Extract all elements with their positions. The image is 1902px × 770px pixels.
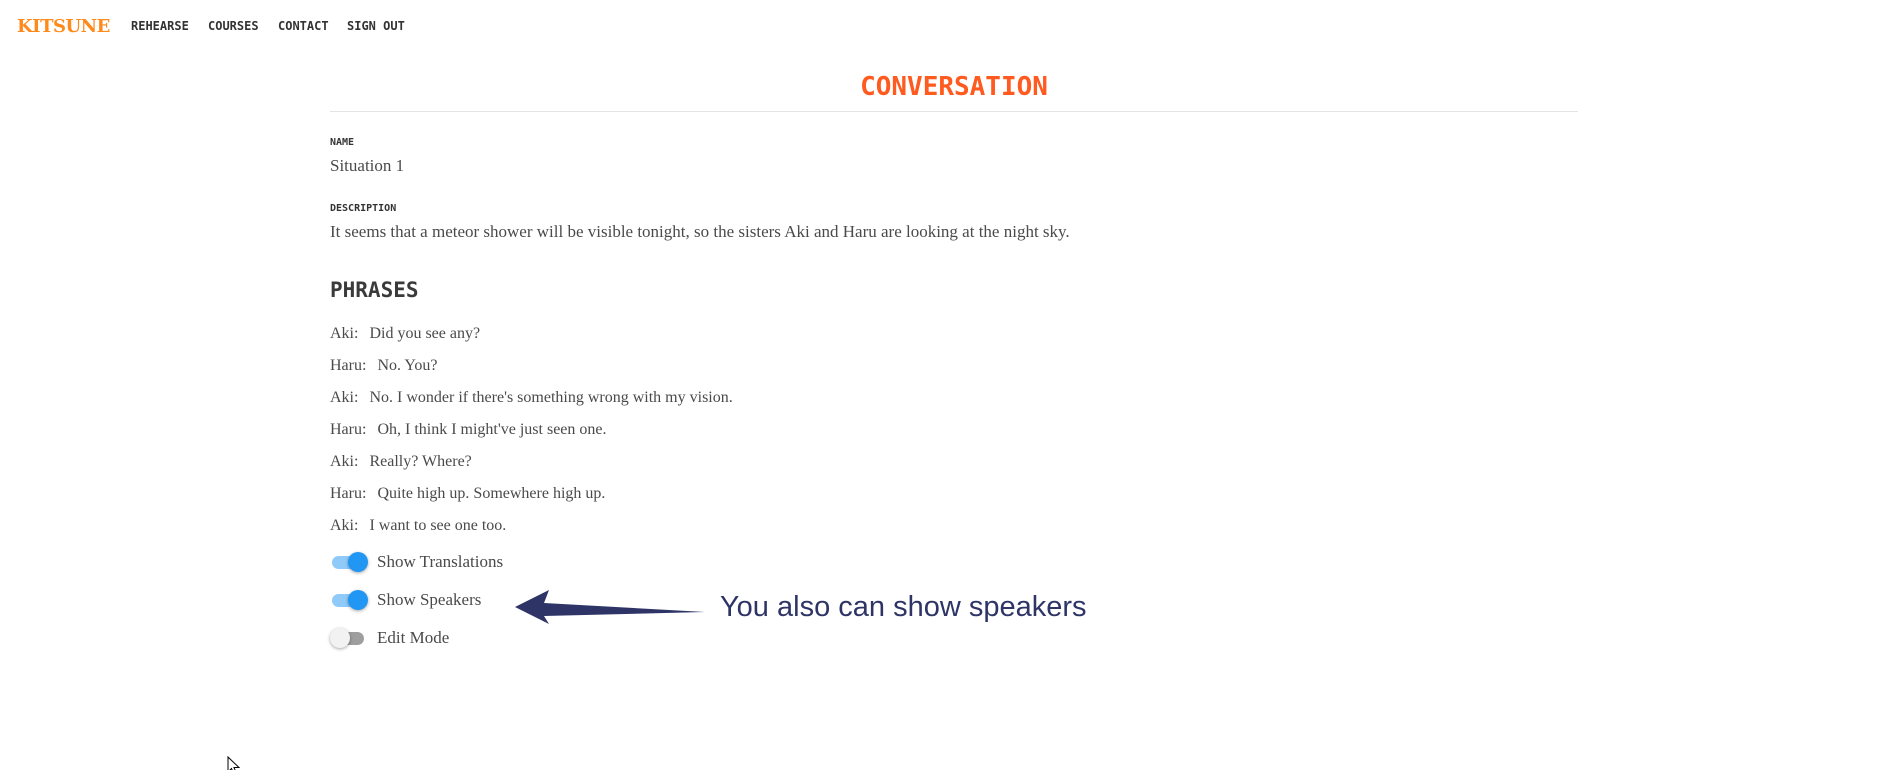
phrase-item: Haru: Quite high up. Somewhere high up. bbox=[330, 485, 605, 503]
top-navigation: KITSUNE REHEARSE COURSES CONTACT SIGN OU… bbox=[0, 0, 1902, 52]
phrase-item: Haru: No. You? bbox=[330, 357, 437, 375]
toggle-label: Show Speakers bbox=[377, 590, 482, 609]
phrase-text: No. I wonder if there's something wrong … bbox=[369, 389, 733, 406]
name-label: NAME bbox=[330, 137, 355, 148]
phrase-speaker: Aki: bbox=[330, 325, 359, 342]
edit-mode-toggle[interactable]: Edit Mode bbox=[330, 626, 449, 650]
phrase-speaker: Aki: bbox=[330, 389, 359, 406]
phrase-text: No. You? bbox=[377, 357, 438, 374]
toggle-switch[interactable] bbox=[330, 551, 368, 573]
annotation-text: You also can show speakers bbox=[720, 591, 1087, 623]
phrase-speaker: Aki: bbox=[330, 517, 359, 534]
phrase-speaker: Haru: bbox=[330, 421, 367, 438]
mouse-cursor-icon bbox=[227, 756, 241, 770]
name-value: Situation 1 bbox=[330, 156, 405, 175]
phrase-item: Aki: Did you see any? bbox=[330, 325, 480, 343]
phrase-text: Oh, I think I might've just seen one. bbox=[377, 421, 607, 438]
annotation-arrow-icon bbox=[515, 590, 705, 624]
description-label: DESCRIPTION bbox=[330, 203, 397, 214]
nav-link-sign-out[interactable]: SIGN OUT bbox=[347, 19, 405, 33]
phrases-heading: PHRASES bbox=[330, 278, 419, 302]
phrase-item: Aki: Really? Where? bbox=[330, 453, 472, 471]
title-divider bbox=[330, 111, 1578, 112]
kitsune-logo[interactable]: KITSUNE bbox=[17, 16, 110, 37]
phrase-speaker: Haru: bbox=[330, 485, 367, 502]
phrase-text: I want to see one too. bbox=[369, 517, 507, 534]
toggle-label: Show Translations bbox=[377, 552, 504, 571]
phrase-text: Quite high up. Somewhere high up. bbox=[377, 485, 606, 502]
phrase-item: Aki: I want to see one too. bbox=[330, 517, 506, 535]
phrase-item: Aki: No. I wonder if there's something wr… bbox=[330, 389, 733, 407]
toggle-switch[interactable] bbox=[330, 627, 368, 649]
phrase-speaker: Aki: bbox=[330, 453, 359, 470]
phrase-text: Really? Where? bbox=[369, 453, 472, 470]
page-title: CONVERSATION bbox=[860, 72, 1048, 102]
toggle-switch[interactable] bbox=[330, 589, 368, 611]
nav-link-rehearse[interactable]: REHEARSE bbox=[131, 19, 189, 33]
description-value: It seems that a meteor shower will be vi… bbox=[330, 222, 1070, 241]
toggle-knob bbox=[348, 552, 368, 572]
toggle-knob bbox=[330, 628, 350, 648]
nav-link-courses[interactable]: COURSES bbox=[208, 19, 259, 33]
nav-link-contact[interactable]: CONTACT bbox=[278, 19, 329, 33]
phrase-speaker: Haru: bbox=[330, 357, 367, 374]
toggle-label: Edit Mode bbox=[377, 628, 450, 647]
toggle-knob bbox=[348, 590, 368, 610]
phrase-text: Did you see any? bbox=[369, 325, 481, 342]
show-translations-toggle[interactable]: Show Translations bbox=[330, 550, 503, 574]
phrase-item: Haru: Oh, I think I might've just seen on… bbox=[330, 421, 607, 439]
show-speakers-toggle[interactable]: Show Speakers bbox=[330, 588, 481, 612]
